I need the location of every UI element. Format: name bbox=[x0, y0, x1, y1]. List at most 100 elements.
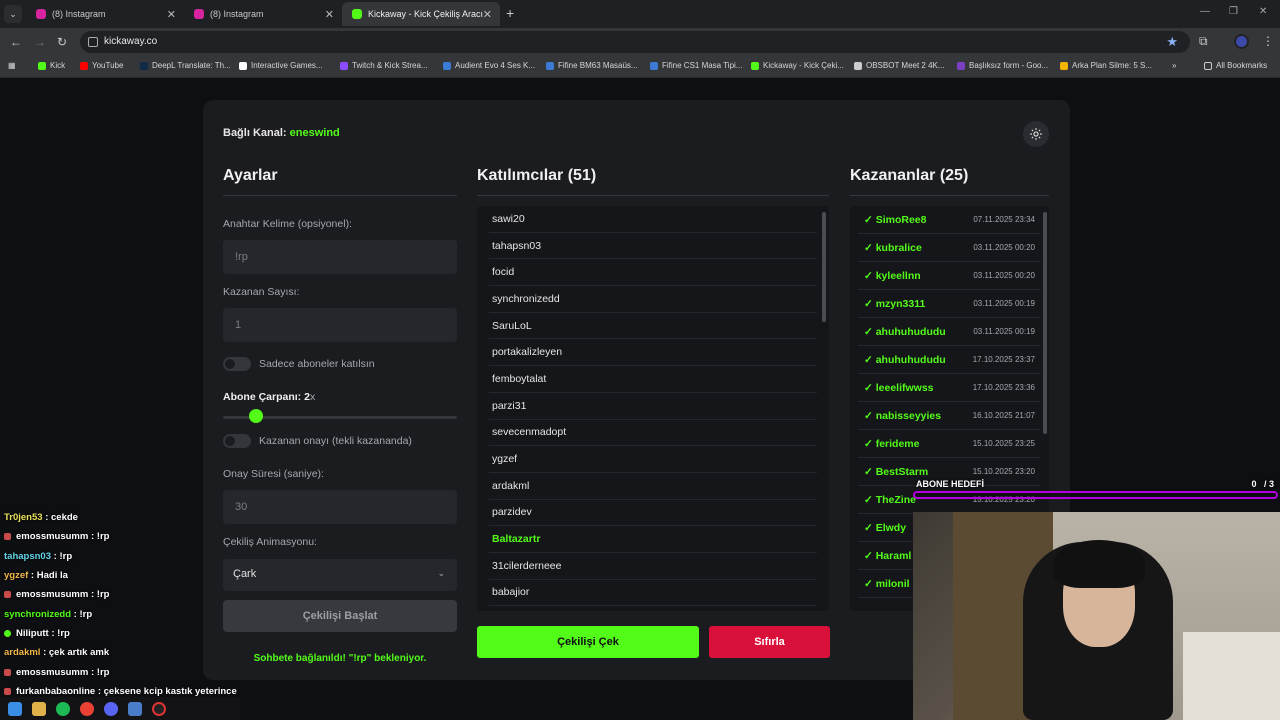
tab-search-button[interactable]: ⌄ bbox=[4, 5, 22, 23]
bookmark-item[interactable]: Fifine BM63 Masaüs... bbox=[546, 61, 638, 70]
participant-row[interactable]: femboytalat bbox=[489, 366, 817, 393]
close-icon[interactable]: ✕ bbox=[167, 8, 176, 21]
multiplier-slider-handle[interactable] bbox=[248, 409, 263, 423]
winner-row[interactable]: ✓ ahuhuhududu 03.11.2025 00:19 bbox=[858, 318, 1041, 346]
bookmark-item[interactable]: Kick bbox=[38, 61, 65, 70]
participants-list[interactable]: sawi20 tahapsn03 focid synchronizedd SaruLoL… bbox=[477, 206, 829, 611]
bookmark-item[interactable]: DeepL Translate: Th... bbox=[140, 61, 231, 70]
browser-tab-3[interactable]: Kickaway - Kick Çekiliş Aracı ✕ bbox=[342, 2, 500, 26]
bookmark-item[interactable]: Arka Plan Silme: 5 S... bbox=[1060, 61, 1152, 70]
bookmark-item[interactable]: Kickaway - Kick Çeki... bbox=[751, 61, 844, 70]
close-icon[interactable]: ✕ bbox=[483, 8, 492, 21]
bookmark-item[interactable]: YouTube bbox=[80, 61, 123, 70]
check-icon: ✓ bbox=[864, 213, 876, 226]
chat-separator: : bbox=[88, 589, 97, 601]
discord-icon[interactable] bbox=[104, 701, 118, 716]
reset-button[interactable]: Sıfırla bbox=[709, 626, 830, 658]
folder-icon[interactable] bbox=[32, 701, 46, 716]
winner-name: ✓ milonil bbox=[864, 578, 910, 590]
winner-row[interactable]: ✓ SimoRee8 07.11.2025 23:34 bbox=[858, 206, 1041, 234]
tab-strip: ⌄ (8) Instagram ✕ (8) Instagram ✕ Kickaw… bbox=[0, 0, 1280, 28]
winner-row[interactable]: ✓ leeelifwwss 17.10.2025 23:36 bbox=[858, 374, 1041, 402]
bookmark-item[interactable]: Başlıksız form - Goo... bbox=[957, 61, 1048, 70]
participant-row[interactable]: SaruLoL bbox=[489, 313, 817, 340]
forward-icon[interactable]: → bbox=[34, 35, 46, 49]
menu-icon[interactable]: ⋮ bbox=[1262, 34, 1274, 48]
participant-row[interactable]: 31cilerderneee bbox=[489, 553, 817, 580]
profile-avatar[interactable] bbox=[1234, 34, 1249, 49]
maximize-icon[interactable]: ❐ bbox=[1229, 6, 1238, 17]
browser-tab-1[interactable]: (8) Instagram ✕ bbox=[26, 2, 184, 26]
spotify-icon[interactable] bbox=[56, 701, 70, 716]
winner-count-input[interactable]: 1 bbox=[223, 308, 457, 342]
participants-scrollbar[interactable] bbox=[822, 212, 826, 322]
folder-icon bbox=[1204, 61, 1212, 70]
url-text[interactable]: kickaway.co bbox=[104, 36, 157, 47]
winner-username: nabisseyyies bbox=[875, 409, 942, 422]
address-bar[interactable]: kickaway.co ★ bbox=[80, 31, 1190, 53]
back-icon[interactable]: ← bbox=[10, 35, 22, 49]
more-bookmarks-icon[interactable]: » bbox=[1172, 61, 1176, 70]
apps-icon[interactable]: ▦ bbox=[8, 61, 16, 70]
participant-row[interactable]: babajior bbox=[489, 580, 817, 607]
participants-title: Katılımcılar (51) bbox=[477, 167, 597, 184]
windows-icon[interactable] bbox=[8, 701, 22, 716]
bookmark-label: Audient Evo 4 Ses K... bbox=[455, 61, 536, 70]
close-icon[interactable]: ✕ bbox=[325, 8, 334, 21]
chat-badge-icon bbox=[4, 687, 11, 695]
participant-row[interactable]: focid bbox=[489, 259, 817, 287]
site-info-icon[interactable] bbox=[88, 37, 98, 47]
participant-row[interactable]: ygzef bbox=[489, 446, 817, 473]
settings-title: Ayarlar bbox=[223, 167, 278, 184]
chat-separator: : bbox=[28, 570, 37, 582]
subs-only-toggle[interactable] bbox=[223, 357, 251, 371]
winner-row[interactable]: ✓ mzyn3311 03.11.2025 00:19 bbox=[858, 290, 1041, 318]
participant-row[interactable]: parzidev bbox=[489, 500, 817, 527]
winner-row[interactable]: ✓ ahuhuhududu 17.10.2025 23:37 bbox=[858, 346, 1041, 374]
participant-row[interactable]: sawi20 bbox=[489, 206, 817, 233]
winner-row[interactable]: ✓ nabisseyyies 16.10.2025 21:07 bbox=[858, 402, 1041, 430]
winner-row[interactable]: ✓ ferideme 15.10.2025 23:25 bbox=[858, 430, 1041, 458]
bookmark-star-icon[interactable]: ★ bbox=[1166, 34, 1178, 50]
webcam-hair bbox=[1053, 540, 1145, 588]
draw-button[interactable]: Çekilişi Çek bbox=[477, 626, 699, 658]
participant-row[interactable]: Baltazartr bbox=[489, 526, 817, 553]
chat-text: !rp bbox=[57, 627, 70, 639]
close-window-icon[interactable]: ✕ bbox=[1259, 6, 1267, 17]
bookmark-favicon-icon bbox=[546, 61, 554, 70]
chrome-icon[interactable] bbox=[80, 701, 94, 716]
obs-icon[interactable] bbox=[152, 701, 166, 716]
participant-row[interactable]: parzi31 bbox=[489, 393, 817, 420]
app-icon[interactable] bbox=[128, 701, 142, 716]
winner-name: ✓ SimoRee8 bbox=[864, 214, 927, 226]
extensions-icon[interactable]: ⧉ bbox=[1199, 34, 1208, 49]
bookmark-item[interactable]: Interactive Games... bbox=[239, 61, 323, 70]
winner-row[interactable]: ✓ kubralice 03.11.2025 00:20 bbox=[858, 234, 1041, 262]
bookmark-item[interactable]: OBSBOT Meet 2 4K... bbox=[854, 61, 945, 70]
winner-confirm-toggle[interactable] bbox=[223, 434, 251, 448]
settings-button[interactable] bbox=[1023, 121, 1049, 147]
webcam-feed bbox=[913, 512, 1280, 720]
bookmark-item[interactable]: Fifine CS1 Masa Tipi... bbox=[650, 61, 742, 70]
bookmark-item[interactable]: Audient Evo 4 Ses K... bbox=[443, 61, 535, 70]
bookmark-item[interactable]: Twitch & Kick Strea... bbox=[340, 61, 428, 70]
browser-tab-2[interactable]: (8) Instagram ✕ bbox=[184, 2, 342, 26]
winner-name: ✓ Haraml bbox=[864, 550, 911, 562]
participant-row[interactable]: synchronizedd bbox=[489, 286, 817, 313]
participant-row[interactable]: portakalizleyen bbox=[489, 339, 817, 367]
keyword-input[interactable]: !rp bbox=[223, 240, 457, 274]
minimize-icon[interactable]: — bbox=[1200, 6, 1210, 17]
reload-icon[interactable]: ↻ bbox=[57, 35, 67, 49]
participant-row[interactable]: tahapsn03 bbox=[489, 233, 817, 260]
winner-row[interactable]: ✓ kyleellnn 03.11.2025 00:20 bbox=[858, 262, 1041, 290]
participant-row[interactable]: ardakml bbox=[489, 473, 817, 500]
chat-username: emossmusumm bbox=[16, 589, 89, 601]
new-tab-button[interactable]: + bbox=[506, 5, 514, 21]
winners-scrollbar[interactable] bbox=[1043, 212, 1047, 434]
check-icon: ✓ bbox=[864, 493, 876, 506]
bookmark-label: Başlıksız form - Goo... bbox=[969, 61, 1049, 70]
all-bookmarks[interactable]: All Bookmarks bbox=[1204, 61, 1267, 70]
chat-text: Hadi la bbox=[36, 570, 68, 582]
winner-name: ✓ Elwdy bbox=[864, 522, 906, 534]
participant-row[interactable]: sevecenmadopt bbox=[489, 420, 817, 447]
